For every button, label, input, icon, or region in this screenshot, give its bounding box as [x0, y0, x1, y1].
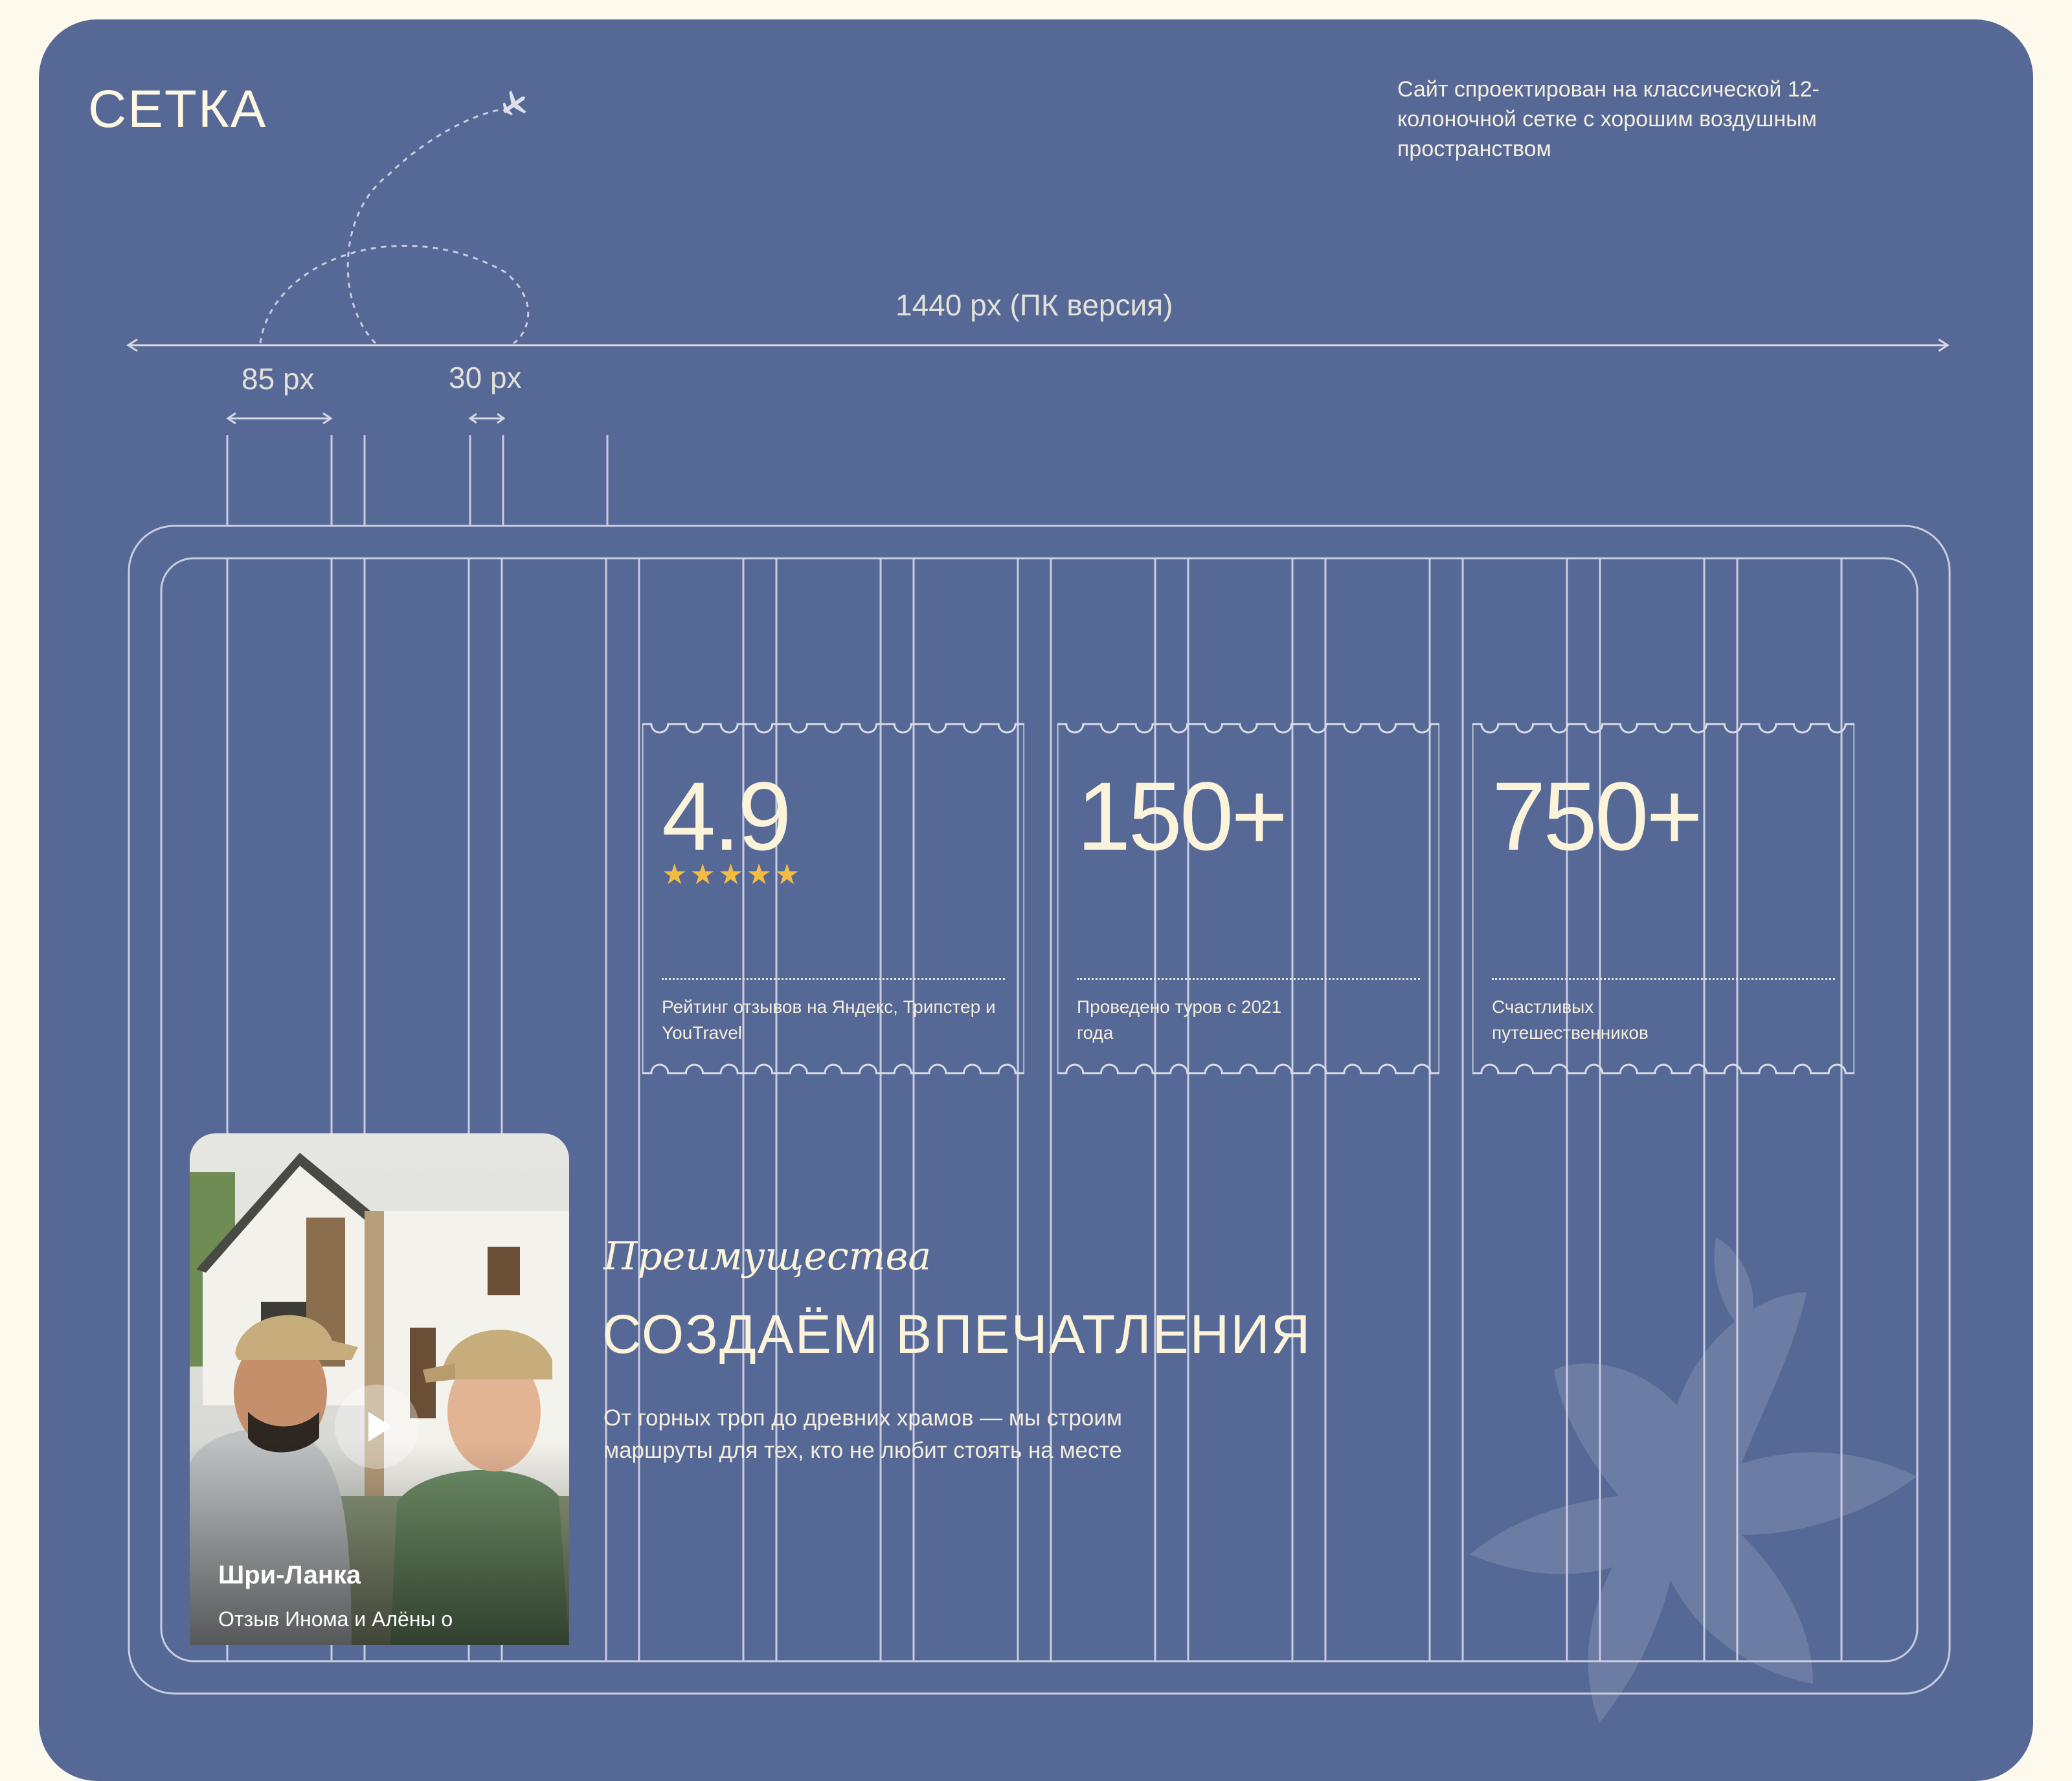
stat-card-tours: 150+ Проведено туров с 2021 года — [1057, 716, 1439, 1082]
stat-caption: Рейтинг отзывов на Яндекс, Трипстер и Yo… — [662, 997, 996, 1043]
stat-value: 4.9 — [662, 762, 792, 870]
video-review-card[interactable]: Шри-Ланка Отзыв Инома и Алёны о — [190, 1133, 569, 1645]
stat-divider — [662, 978, 1005, 980]
width-dimension-arrow — [126, 338, 1950, 352]
rating-stars-icon: ★★★★★ — [662, 859, 803, 890]
stat-caption: Проведено туров с 2021 года — [1077, 997, 1282, 1043]
gutter-width-label: 30 px — [449, 361, 522, 394]
leaf-decoration — [1470, 1237, 1917, 1723]
stat-value: 150+ — [1077, 762, 1288, 870]
advantages-script-label: Преимущества — [603, 1234, 932, 1279]
advantages-text: От горных троп до древних храмов — мы ст… — [603, 1405, 1122, 1463]
gutter-dimension-arrow — [468, 413, 506, 424]
stat-divider — [1077, 978, 1420, 980]
stat-value: 750+ — [1492, 762, 1703, 870]
video-subtitle: Отзыв Инома и Алёны о — [218, 1607, 453, 1631]
column-dimension-arrow — [226, 412, 333, 425]
plane-icon — [502, 90, 526, 115]
stat-divider — [1492, 978, 1835, 980]
stat-card-travellers: 750+ Счастливых путешественников — [1472, 716, 1854, 1082]
stat-card-rating: 4.9 ★★★★★ Рейтинг отзывов на Яндекс, Три… — [642, 716, 1024, 1082]
column-width-label: 85 px — [242, 362, 315, 396]
flight-path — [259, 109, 530, 345]
play-button-icon[interactable] — [335, 1385, 419, 1469]
video-title: Шри-Ланка — [218, 1561, 361, 1589]
advantages-headline: СОЗДАЁМ ВПЕЧАТЛЕНИЯ — [602, 1304, 1312, 1365]
page-width-label: 1440 px (ПК версия) — [895, 288, 1173, 322]
stat-caption: Счастливых путешественников — [1492, 997, 1649, 1043]
measure-columns — [226, 435, 609, 526]
